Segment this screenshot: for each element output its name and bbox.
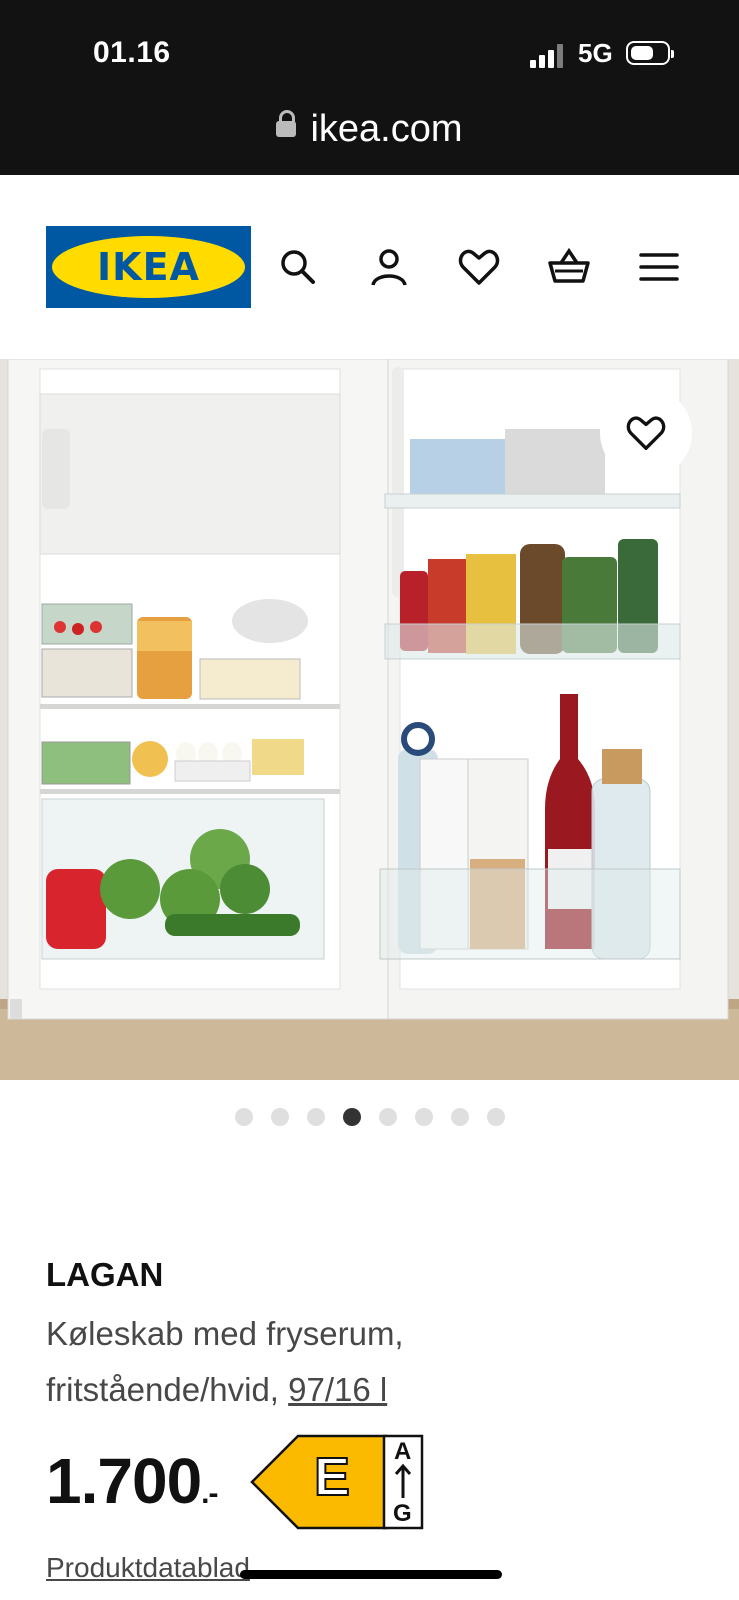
product-description: Køleskab med fryserum, fritstående/hvid,… xyxy=(46,1306,566,1418)
carousel-dot[interactable] xyxy=(342,1108,361,1126)
url-text: ikea.com xyxy=(310,108,463,150)
carousel-indicator xyxy=(0,1108,739,1131)
status-time: 01.16 xyxy=(93,36,171,69)
energy-scale-bottom: G xyxy=(393,1500,412,1527)
carousel-dot[interactable] xyxy=(486,1108,505,1126)
price-value: 1.700 xyxy=(46,1445,202,1517)
energy-label[interactable]: E A G xyxy=(250,1434,424,1530)
price-suffix: .- xyxy=(201,1477,218,1510)
network-label: 5G xyxy=(578,38,613,68)
lock-icon xyxy=(276,109,297,137)
product-price: 1.700.- xyxy=(46,1444,219,1518)
heart-icon xyxy=(626,416,666,450)
product-image[interactable] xyxy=(0,359,739,1080)
heart-icon[interactable] xyxy=(457,245,501,289)
basket-icon[interactable] xyxy=(547,245,591,289)
energy-class: E xyxy=(313,1446,351,1508)
carousel-dot[interactable] xyxy=(234,1108,253,1126)
carousel-dot[interactable] xyxy=(306,1108,325,1126)
energy-scale-top: A xyxy=(394,1438,412,1465)
status-bar: 01.16 5G ikea.com xyxy=(0,0,739,175)
carousel-dot[interactable] xyxy=(378,1108,397,1126)
site-header: IKEA xyxy=(0,175,739,360)
search-icon[interactable] xyxy=(276,245,320,289)
home-indicator[interactable] xyxy=(240,1570,502,1579)
ikea-logo[interactable]: IKEA xyxy=(46,226,251,308)
product-name: LAGAN xyxy=(46,1256,164,1293)
menu-icon[interactable] xyxy=(637,245,681,289)
signal-icon xyxy=(530,42,570,68)
logo-text: IKEA xyxy=(97,245,200,289)
size-link[interactable]: 97/16 l xyxy=(288,1371,387,1408)
url-bar[interactable]: ikea.com xyxy=(0,108,739,151)
carousel-dot[interactable] xyxy=(450,1108,469,1126)
carousel-dot[interactable] xyxy=(414,1108,433,1126)
datasheet-link[interactable]: Produktdatablad xyxy=(46,1552,250,1584)
favorite-button[interactable] xyxy=(600,387,692,479)
carousel-dot[interactable] xyxy=(270,1108,289,1126)
user-icon[interactable] xyxy=(367,245,411,289)
battery-icon xyxy=(626,41,674,65)
